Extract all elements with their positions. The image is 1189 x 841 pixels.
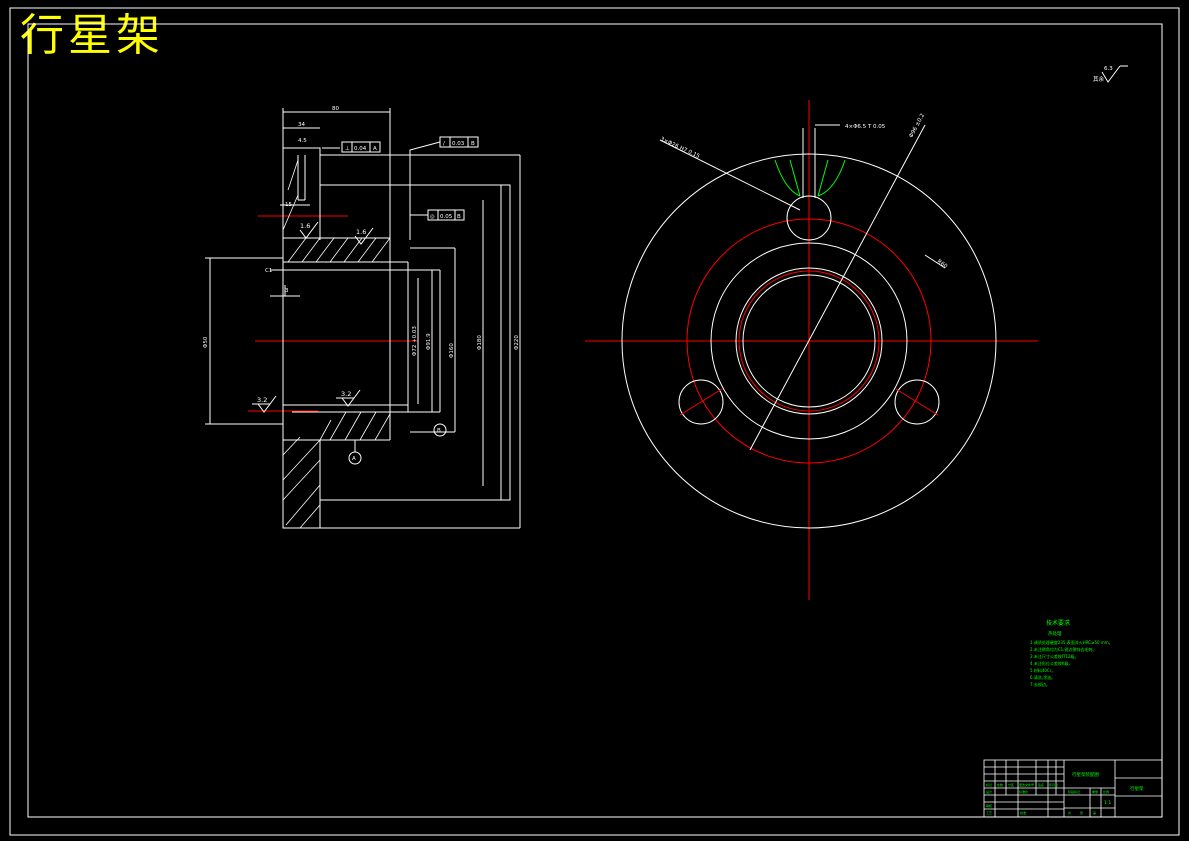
title-block-drawing-no: 行星架 [1130, 785, 1144, 792]
tolerance-3-datum: B [457, 214, 461, 220]
pitch-note: 4×Φ6.5 T 0.05 [845, 124, 886, 130]
datum-a-label: A [352, 456, 356, 462]
title-block-label: 处数 [997, 782, 1003, 787]
tolerance-1-symbol: ⊥ [345, 146, 350, 152]
dim-d5: Φ220 [514, 335, 520, 350]
radius-note: Φ96 ±0.2 [908, 113, 926, 139]
section-outline [282, 147, 511, 529]
tolerance-2-datum: B [471, 141, 475, 147]
tolerance-1-datum: A [373, 146, 377, 152]
dim-top-length: 80 [332, 106, 339, 112]
hatch-upper [282, 159, 391, 263]
title-block-label: 审核 [986, 803, 992, 808]
title-block-label: 工艺 [986, 810, 992, 815]
tech-notes-sub: 热处理 [1048, 630, 1062, 637]
title-block-label: 设计 [986, 789, 992, 794]
title-block-label: 阶段标记 [1068, 789, 1080, 794]
tech-note-line: 4.未注形位公差按K级。 [1030, 660, 1072, 666]
title-block-label: 共 [1068, 810, 1071, 815]
tech-note-line: 7.去锐边。 [1030, 681, 1050, 687]
dim-chamfer: C1 [265, 268, 272, 274]
tolerance-2-value: 0.03 [452, 141, 465, 147]
title-block-label: 第 [1093, 810, 1096, 815]
hatch-lower [282, 411, 391, 529]
dim-d4: Φ180 [477, 335, 483, 350]
title-block-label: 比例 [1103, 789, 1109, 794]
tech-note-line: 5.材料40Cr。 [1030, 667, 1055, 673]
dim-d1: Φ72 +0.03 [412, 326, 418, 356]
dim-top-short: 34 [298, 122, 305, 128]
title-block-name: 行星架装配图 [1072, 771, 1099, 778]
inner-border [27, 23, 1163, 818]
tech-note-line: 3.未注尺寸公差按IT12级。 [1030, 653, 1079, 659]
roughness-value: 1.6 [300, 222, 310, 230]
tolerance-3-value: 0.05 [440, 214, 453, 220]
title-block-label: 更改文件号 [1019, 782, 1034, 787]
b-tolerance: 3 [285, 288, 289, 294]
title-block-label: 分区 [1008, 782, 1014, 787]
roughness-value: 3.2 [257, 396, 267, 404]
front-view [585, 100, 1038, 600]
title-block-label: 标准化 [1019, 789, 1028, 794]
roughness-value: 3.2 [341, 390, 351, 398]
tech-note-line: 2.未注倒角均为C1,锐边倒钝去毛刺。 [1030, 646, 1096, 652]
title-block-label: 重量 [1092, 789, 1098, 794]
title-block-label: 年月日 [1049, 782, 1058, 787]
datum-b-label: B [437, 428, 441, 434]
title-block-label: 张 [1080, 810, 1083, 815]
tech-notes-heading: 技术要求 [1046, 619, 1070, 627]
outer-border [9, 7, 1180, 836]
tech-note-line: 1.调质处理硬度235,表面淬火HRC≥50 mm。 [1030, 639, 1113, 645]
tolerance-3-symbol: ◎ [430, 214, 435, 220]
dim-d3: Φ160 [449, 343, 455, 358]
dim-d2: Φ91.9 [426, 333, 432, 350]
tech-note-line: 6.清洗,涂油。 [1030, 674, 1055, 680]
general-roughness-prefix: 其余 [1093, 75, 1105, 83]
title-block-label: 签名 [1038, 782, 1044, 787]
dim-slot-small: 4.5 [298, 138, 307, 144]
hole-note: 3×Φ26 H7 0.15 [659, 136, 701, 160]
general-roughness-value: 6.3 [1104, 66, 1113, 72]
section-view [205, 108, 521, 529]
title-block-label: 标记 [986, 782, 992, 787]
tolerance-1-value: 0.04 [354, 146, 367, 152]
dim-bore: Φ50 [203, 336, 209, 348]
cad-drawing: 80 34 15 4.5 C1 Φ50 Φ72 +0.03 Φ91.9 Φ160… [9, 7, 1180, 836]
r-note: R60 [936, 259, 949, 270]
dim-slot-width: 15 [285, 202, 292, 208]
title-block-scale: 1:1 [1104, 800, 1111, 806]
tolerance-2-symbol: / [443, 141, 445, 147]
roughness-value: 1.6 [356, 228, 366, 236]
title-block-label: 批准 [1020, 810, 1026, 815]
